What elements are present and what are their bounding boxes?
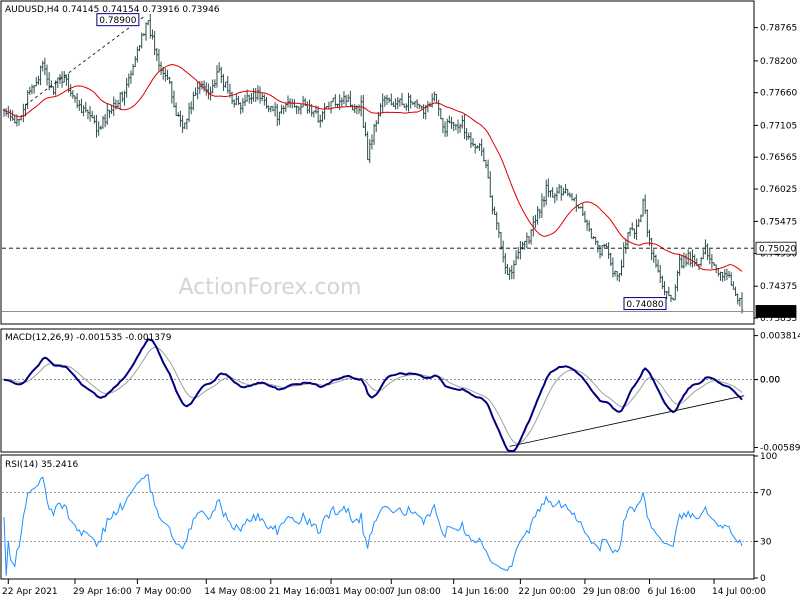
- label-text: 0.78900: [99, 16, 136, 26]
- price-y-tick-label: 0.77660: [760, 89, 797, 99]
- x-tick-label: 7 Jun 08:00: [389, 587, 441, 597]
- rsi-y-tick-label: 30: [760, 537, 772, 547]
- price-y-tick-label: 0.76565: [760, 153, 797, 163]
- price-tag-text: 0.75020: [759, 245, 796, 255]
- x-tick-label: 22 Jun 00:00: [518, 587, 575, 597]
- price-title: AUDUSD,H4 0.74145 0.74154 0.73916 0.7394…: [5, 5, 220, 15]
- x-tick-label: 14 Jul 00:00: [712, 587, 766, 597]
- chart-canvas[interactable]: ActionForex.com 0.78900 0.74080 0.78765 0.…: [0, 0, 800, 600]
- price-y-tick-label: 0.76025: [760, 185, 797, 195]
- rsi-y-tick-label: 70: [760, 489, 772, 499]
- price-y-tick-label: 0.77105: [760, 121, 797, 131]
- rsi-title: RSI(14) 35.2416: [5, 460, 78, 470]
- chart-window: ActionForex.com 0.78900 0.74080 0.78765 0.…: [0, 0, 800, 600]
- x-tick-label: 6 Jul 16:00: [647, 587, 696, 597]
- rsi-y-tick-label: 0: [760, 574, 766, 584]
- x-tick-label: 22 Apr 2021: [2, 587, 58, 597]
- macd-y-tick-label: 0.00: [760, 376, 780, 386]
- label-text: 0.74080: [626, 300, 663, 310]
- price-y-tick-label: 0.75475: [760, 217, 797, 227]
- x-tick-label: 29 Jun 08:00: [583, 587, 640, 597]
- price-y-tick-label: 0.78200: [760, 57, 797, 67]
- macd-title: MACD(12,26,9) -0.001535 -0.001379: [5, 333, 172, 343]
- x-tick-label: 31 May 00:00: [329, 587, 391, 597]
- x-tick-label: 14 May 08:00: [204, 587, 266, 597]
- macd-y-tick-label: 0.003814: [760, 332, 800, 342]
- current-price-tag: 0.73946: [755, 305, 796, 318]
- x-tick-label: 29 Apr 16:00: [73, 587, 132, 597]
- x-tick-label: 21 May 16:00: [269, 587, 331, 597]
- x-tick-label: 14 Jun 16:00: [452, 587, 509, 597]
- x-tick-label: 7 May 00:00: [135, 587, 191, 597]
- price-y-tick-label: 0.74375: [760, 282, 797, 292]
- high-label: 0.78900: [96, 13, 140, 26]
- price-y-tick-label: 0.78765: [760, 24, 797, 34]
- watermark: ActionForex.com: [179, 275, 362, 300]
- resistance-price-tag: 0.75020: [755, 241, 796, 255]
- low-label: 0.74080: [623, 297, 667, 311]
- rsi-y-tick-label: 100: [760, 452, 777, 462]
- price-tag-text: 0.73946: [759, 308, 796, 318]
- price-panel-frame: [0, 0, 755, 325]
